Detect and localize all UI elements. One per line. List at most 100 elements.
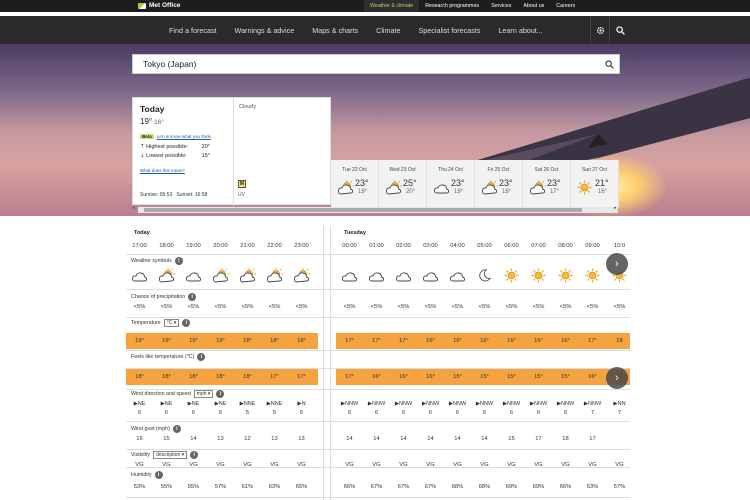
wind-direction: ▶NE bbox=[187, 401, 200, 407]
weather-symbol-icon bbox=[525, 268, 552, 283]
nav-find-forecast[interactable]: Find a forecast bbox=[160, 16, 226, 44]
sunny-interval-icon bbox=[337, 180, 355, 200]
settings-button[interactable] bbox=[590, 16, 610, 44]
wind-speed: 6 bbox=[428, 410, 433, 416]
today-summary-card[interactable]: Today 19° 16° Beta Let us know what you t… bbox=[132, 97, 331, 206]
weather-symbols-label-text: Weather symbols bbox=[131, 258, 172, 264]
temp-unit-select[interactable]: °C ▾ bbox=[163, 319, 180, 327]
info-icon[interactable]: i bbox=[197, 353, 206, 361]
feels-like-value: 16° bbox=[399, 374, 408, 380]
visibility-value: VG bbox=[561, 462, 570, 468]
hour-label: 05:00 bbox=[477, 243, 492, 249]
util-link-weather[interactable]: Weather & climate bbox=[364, 0, 420, 12]
visibility-value: VG bbox=[162, 462, 171, 468]
beta-badge: Beta bbox=[140, 134, 154, 139]
met-office-logo[interactable]: Met Office bbox=[138, 2, 180, 9]
feels-like-value: 17° bbox=[270, 374, 279, 380]
wind-direction: ▶NE bbox=[214, 401, 227, 407]
info-icon[interactable]: i bbox=[216, 390, 225, 398]
search-submit-button[interactable] bbox=[599, 59, 619, 69]
weather-symbol-icon bbox=[207, 268, 234, 283]
temperature-value: 18° bbox=[243, 338, 252, 344]
info-icon[interactable]: i bbox=[188, 293, 197, 301]
humidity-value: 61% bbox=[241, 484, 254, 490]
nav-specialist[interactable]: Specialist forecasts bbox=[410, 16, 490, 44]
day-tabs-scrollbar[interactable] bbox=[138, 207, 618, 213]
precip-value: <5% bbox=[397, 304, 410, 310]
location-search[interactable]: Tokyo (Japan) bbox=[132, 54, 620, 74]
day-tab-high: 23° bbox=[547, 178, 561, 188]
search-toggle-button[interactable] bbox=[610, 16, 630, 44]
hour-label: 17:00 bbox=[132, 243, 147, 249]
info-icon[interactable]: i bbox=[190, 451, 199, 459]
temperature-value: 18° bbox=[270, 338, 279, 344]
day-tab-label: Fri 25 Oct bbox=[487, 167, 510, 173]
nav-warnings[interactable]: Warnings & advice bbox=[226, 16, 304, 44]
info-icon[interactable]: i bbox=[154, 471, 163, 479]
tuesday-heading: Tuesday bbox=[344, 230, 366, 236]
info-icon[interactable]: i bbox=[182, 319, 191, 327]
info-icon[interactable]: i bbox=[172, 425, 181, 433]
humidity-value: 67% bbox=[370, 484, 383, 490]
vis-option-select[interactable]: description ▾ bbox=[153, 451, 188, 459]
wind-direction: ▶NNW bbox=[421, 401, 440, 407]
hour-label: 20:00 bbox=[213, 243, 228, 249]
wind-speed: 7 bbox=[617, 410, 622, 416]
nav-climate[interactable]: Climate bbox=[367, 16, 409, 44]
logo-icon bbox=[138, 2, 146, 9]
scroll-left-arrow[interactable]: ◂ bbox=[132, 205, 135, 211]
wind-direction: ▶NNW bbox=[394, 401, 413, 407]
hour-label: 06:00 bbox=[504, 243, 519, 249]
day-tab-high: 23° bbox=[451, 178, 465, 188]
util-link-about[interactable]: About us bbox=[517, 0, 550, 12]
wind-speed: 6 bbox=[374, 410, 379, 416]
utility-links: Weather & climate Research programmes Se… bbox=[364, 0, 581, 12]
wind-unit-select[interactable]: mph ▾ bbox=[193, 390, 214, 398]
feels-like-value: 16° bbox=[372, 374, 381, 380]
day-tab-4[interactable]: Sat 26 Oct 23° 17° bbox=[523, 160, 571, 208]
util-link-services[interactable]: Services bbox=[485, 0, 517, 12]
info-icon[interactable]: i bbox=[174, 257, 183, 265]
next-hours-button[interactable]: › bbox=[606, 367, 628, 389]
wind-direction: ▶NNW bbox=[367, 401, 386, 407]
precip-value: <5% bbox=[532, 304, 545, 310]
humidity-value: 69% bbox=[532, 484, 545, 490]
humidity-value: 63% bbox=[586, 484, 599, 490]
feels-like-value: 15° bbox=[453, 374, 462, 380]
humidity-label-text: Humidity bbox=[131, 472, 152, 478]
temperature-value: 17° bbox=[399, 338, 408, 344]
wind-speed: 6 bbox=[509, 410, 514, 416]
search-icon bbox=[604, 59, 614, 69]
feedback-link[interactable]: Let us know what you think bbox=[157, 134, 211, 139]
wind-gust-value: 13 bbox=[217, 436, 224, 442]
scrollbar-thumb[interactable] bbox=[144, 208, 582, 212]
day-tab-1[interactable]: Wed 23 Oct 25° 20° bbox=[379, 160, 427, 208]
row-separator bbox=[126, 449, 630, 450]
day-tab-3[interactable]: Fri 25 Oct 23° 18° bbox=[475, 160, 523, 208]
day-tab-high: 21° bbox=[595, 178, 609, 188]
wind-direction: ▶NNE bbox=[239, 401, 256, 407]
util-link-careers[interactable]: Careers bbox=[550, 0, 581, 12]
next-hours-button[interactable]: › bbox=[606, 253, 628, 275]
temperature-value: 16° bbox=[507, 338, 516, 344]
humidity-value: 69% bbox=[505, 484, 518, 490]
search-input[interactable]: Tokyo (Japan) bbox=[133, 59, 599, 69]
search-icon bbox=[615, 25, 625, 35]
scroll-right-arrow[interactable]: ▸ bbox=[614, 205, 617, 211]
day-tab-2[interactable]: Thu 24 Oct 23° 19° bbox=[427, 160, 475, 208]
wind-gust-value: 14 bbox=[454, 436, 461, 442]
nav-learn[interactable]: Learn about... bbox=[489, 16, 551, 44]
visibility-value: VG bbox=[507, 462, 516, 468]
meaning-link[interactable]: What does this mean? bbox=[140, 168, 224, 173]
humidity-value: 57% bbox=[214, 484, 227, 490]
util-link-research[interactable]: Research programmes bbox=[419, 0, 485, 12]
precip-value: <5% bbox=[160, 304, 173, 310]
visibility-label-text: Visibility bbox=[131, 452, 151, 458]
nav-maps[interactable]: Maps & charts bbox=[303, 16, 367, 44]
weather-symbol-icon bbox=[498, 268, 525, 283]
day-tab-0[interactable]: Tue 22 Oct 23° 19° bbox=[331, 160, 379, 208]
day-tab-5[interactable]: Sun 27 Oct 21° 16° bbox=[571, 160, 619, 208]
row-separator bbox=[126, 421, 630, 422]
condition-text: Cloudy bbox=[239, 104, 257, 110]
visibility-value: VG bbox=[270, 462, 279, 468]
